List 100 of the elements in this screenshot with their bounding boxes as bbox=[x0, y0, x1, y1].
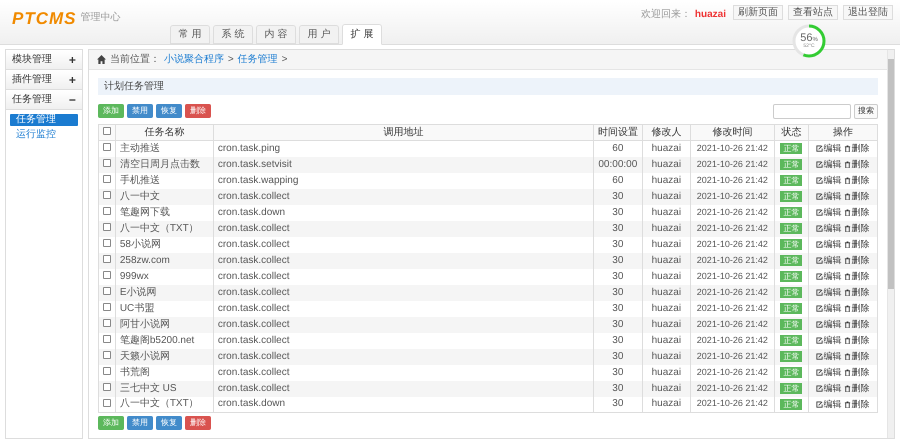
breadcrumb-label: 当前位置： bbox=[110, 52, 160, 67]
toolbar-button[interactable]: 删除 bbox=[184, 104, 211, 118]
delete-link[interactable]: 删除 bbox=[844, 192, 870, 201]
row-checkbox[interactable] bbox=[102, 223, 111, 231]
nav-tab[interactable]: 系 统 bbox=[213, 25, 253, 44]
column-header: 操作 bbox=[808, 124, 878, 140]
table-cell: cron.task.ping bbox=[218, 142, 280, 154]
delete-link[interactable]: 删除 bbox=[844, 240, 870, 249]
sidebar-item[interactable]: 运行监控 bbox=[10, 129, 78, 141]
delete-link[interactable]: 删除 bbox=[844, 288, 870, 297]
breadcrumb-link[interactable]: 任务管理 bbox=[238, 52, 278, 67]
search-button[interactable]: 搜索 bbox=[854, 104, 878, 118]
edit-link[interactable]: 编辑 bbox=[816, 304, 842, 313]
edit-link[interactable]: 编辑 bbox=[816, 272, 842, 281]
logo: PTCMS bbox=[12, 10, 76, 27]
delete-link[interactable]: 删除 bbox=[844, 272, 870, 281]
delete-link[interactable]: 删除 bbox=[844, 176, 870, 185]
row-checkbox[interactable] bbox=[102, 143, 111, 152]
edit-link[interactable]: 编辑 bbox=[816, 320, 842, 329]
trash-icon bbox=[844, 241, 852, 248]
toolbar-button[interactable]: 恢复 bbox=[156, 104, 182, 118]
header-link[interactable]: 刷新页面 bbox=[733, 5, 783, 20]
status-badge: 正常 bbox=[780, 335, 802, 346]
row-checkbox[interactable] bbox=[102, 367, 111, 375]
edit-link[interactable]: 编辑 bbox=[816, 240, 842, 249]
nav-tab[interactable]: 用 户 bbox=[299, 25, 339, 44]
status-badge: 正常 bbox=[780, 191, 802, 202]
collapse-toggle[interactable]: − bbox=[68, 94, 76, 106]
edit-link[interactable]: 编辑 bbox=[816, 160, 842, 169]
edit-link[interactable]: 编辑 bbox=[816, 144, 842, 154]
row-checkbox[interactable] bbox=[102, 207, 111, 215]
row-checkbox[interactable] bbox=[102, 239, 111, 247]
row-checkbox[interactable] bbox=[102, 271, 111, 279]
table-cell: 60 bbox=[612, 174, 624, 186]
nav-tab[interactable]: 常 用 bbox=[170, 25, 210, 44]
table-cell: 2021-10-26 21:42 bbox=[696, 158, 768, 168]
header-link[interactable]: 退出登陆 bbox=[843, 5, 893, 20]
row-checkbox[interactable] bbox=[102, 303, 111, 311]
status-badge: 正常 bbox=[780, 175, 802, 186]
delete-link[interactable]: 删除 bbox=[844, 224, 870, 233]
row-checkbox[interactable] bbox=[102, 383, 111, 391]
delete-link[interactable]: 删除 bbox=[844, 304, 870, 313]
sidebar-item[interactable]: 任务管理 bbox=[10, 114, 78, 126]
select-all-checkbox[interactable] bbox=[102, 127, 111, 135]
row-checkbox[interactable] bbox=[102, 319, 111, 327]
edit-link[interactable]: 编辑 bbox=[816, 224, 842, 233]
table-cell: UC书盟 bbox=[120, 302, 154, 314]
edit-link[interactable]: 编辑 bbox=[816, 288, 842, 297]
delete-link[interactable]: 删除 bbox=[844, 160, 870, 169]
search-field[interactable] bbox=[772, 104, 851, 118]
row-checkbox[interactable] bbox=[102, 398, 111, 407]
edit-link[interactable]: 编辑 bbox=[816, 192, 842, 201]
edit-link[interactable]: 编辑 bbox=[816, 256, 842, 265]
nav-tab[interactable]: 内 容 bbox=[256, 25, 296, 44]
delete-link[interactable]: 删除 bbox=[844, 368, 870, 377]
breadcrumb-link[interactable]: 小说聚合程序 bbox=[164, 52, 224, 67]
delete-link[interactable]: 删除 bbox=[844, 144, 870, 154]
table-cell: 2021-10-26 21:42 bbox=[696, 206, 768, 216]
edit-icon bbox=[816, 145, 824, 152]
row-checkbox[interactable] bbox=[102, 255, 111, 263]
edit-link[interactable]: 编辑 bbox=[816, 384, 842, 393]
row-checkbox[interactable] bbox=[102, 159, 111, 167]
trash-icon bbox=[844, 161, 852, 168]
edit-icon bbox=[816, 193, 824, 200]
header-link[interactable]: 查看站点 bbox=[788, 5, 838, 20]
toolbar-button[interactable]: 删除 bbox=[184, 416, 211, 430]
toolbar-button[interactable]: 禁用 bbox=[126, 416, 153, 430]
edit-link[interactable]: 编辑 bbox=[816, 176, 842, 185]
table-cell: 2021-10-26 21:42 bbox=[696, 238, 768, 248]
toolbar-button[interactable]: 恢复 bbox=[156, 416, 182, 430]
scrollbar[interactable] bbox=[886, 50, 894, 438]
table-cell: cron.task.down bbox=[218, 206, 286, 218]
table-cell: 258zw.com bbox=[120, 254, 170, 266]
edit-link[interactable]: 编辑 bbox=[816, 352, 842, 361]
delete-link[interactable]: 删除 bbox=[844, 400, 870, 409]
toolbar-button[interactable]: 禁用 bbox=[126, 104, 153, 118]
edit-link[interactable]: 编辑 bbox=[816, 336, 842, 345]
status-badge: 正常 bbox=[780, 239, 802, 250]
expand-toggle[interactable]: + bbox=[68, 54, 76, 66]
edit-link[interactable]: 编辑 bbox=[816, 368, 842, 377]
expand-toggle[interactable]: + bbox=[68, 74, 76, 86]
table-cell: cron.task.setvisit bbox=[218, 158, 292, 170]
row-checkbox[interactable] bbox=[102, 287, 111, 295]
nav-tab[interactable]: 扩 展 bbox=[342, 24, 382, 45]
row-checkbox[interactable] bbox=[102, 335, 111, 343]
delete-link[interactable]: 删除 bbox=[844, 336, 870, 345]
edit-link[interactable]: 编辑 bbox=[816, 400, 842, 409]
table-cell: 书荒阁 bbox=[120, 366, 150, 378]
table-cell: 2021-10-26 21:42 bbox=[696, 318, 768, 328]
delete-link[interactable]: 删除 bbox=[844, 320, 870, 329]
delete-link[interactable]: 删除 bbox=[844, 256, 870, 265]
row-checkbox[interactable] bbox=[102, 351, 111, 359]
table-cell: 58小说网 bbox=[120, 238, 161, 250]
delete-link[interactable]: 删除 bbox=[844, 352, 870, 361]
delete-link[interactable]: 删除 bbox=[844, 208, 870, 217]
row-checkbox[interactable] bbox=[102, 175, 111, 183]
edit-link[interactable]: 编辑 bbox=[816, 208, 842, 217]
table-cell: E小说网 bbox=[120, 286, 156, 298]
row-checkbox[interactable] bbox=[102, 191, 111, 199]
delete-link[interactable]: 删除 bbox=[844, 384, 870, 393]
